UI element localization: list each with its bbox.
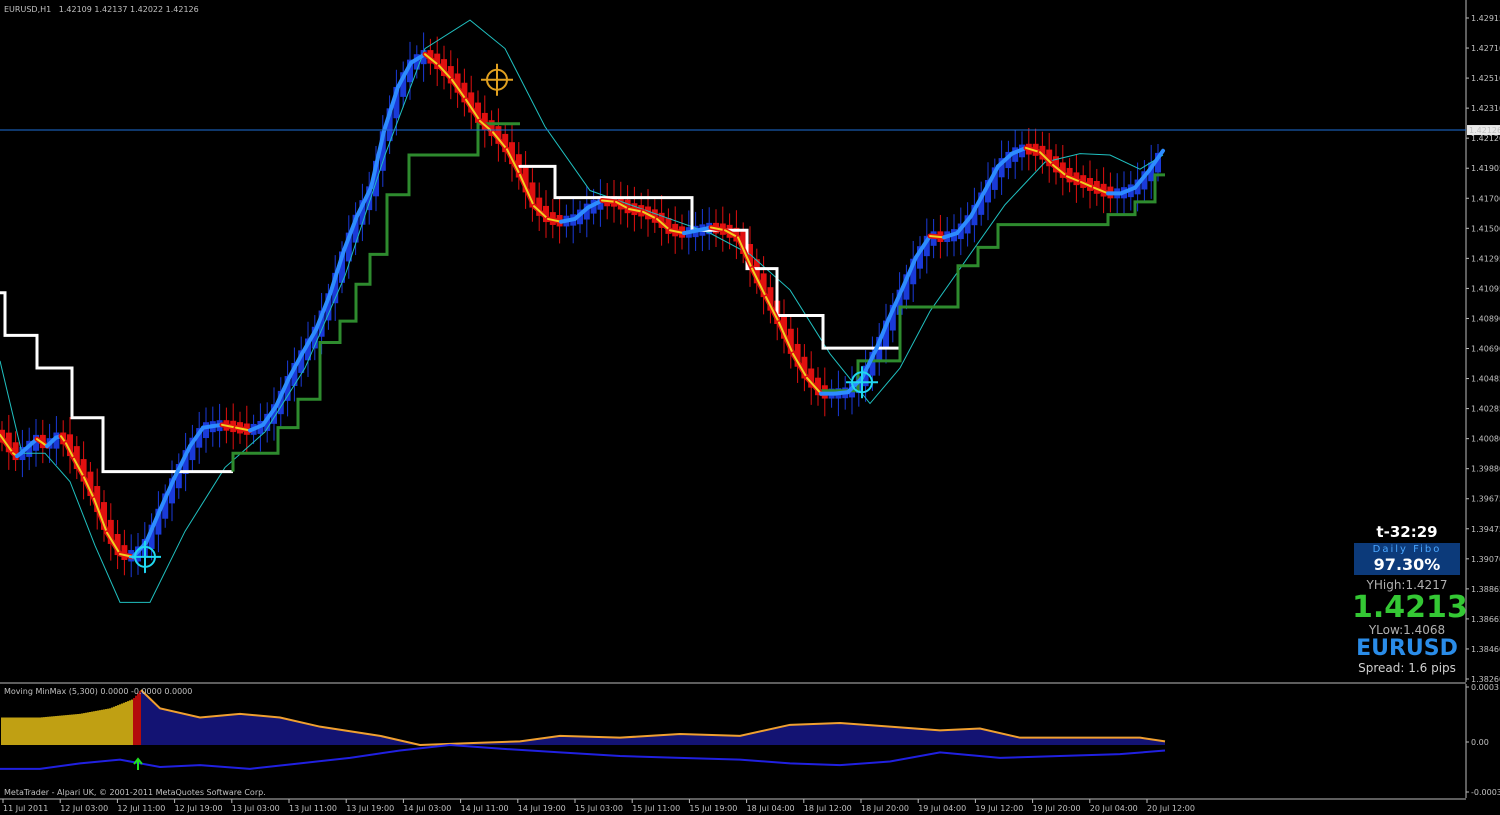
price-tick-label: 1.40485	[1471, 375, 1500, 384]
current-price-big: 1.4213	[1352, 590, 1468, 625]
price-tick-label: 1.38865	[1471, 585, 1500, 594]
candle-body	[203, 422, 209, 439]
sub-axis-label: 0.00	[1471, 738, 1489, 747]
time-tick-label: 18 Jul 04:00	[747, 804, 795, 813]
time-tick-label: 19 Jul 04:00	[918, 804, 966, 813]
price-tick-label: 1.42510	[1471, 74, 1500, 83]
price-tick-label: 1.41095	[1471, 284, 1500, 293]
price-tick-label: 1.41295	[1471, 254, 1500, 263]
price-tick-label: 1.40890	[1471, 314, 1500, 323]
price-tick-label: 1.42710	[1471, 44, 1500, 53]
time-tick-label: 13 Jul 11:00	[289, 804, 337, 813]
time-tick-label: 13 Jul 19:00	[346, 804, 394, 813]
sub-axis-label: -0.0003	[1471, 788, 1500, 797]
price-tick-label: 1.38665	[1471, 615, 1500, 624]
price-tick-label: 1.42310	[1471, 104, 1500, 113]
time-tick-label: 15 Jul 19:00	[689, 804, 737, 813]
time-tick-label: 13 Jul 03:00	[232, 804, 280, 813]
timer-label: t-32:29	[1376, 523, 1438, 541]
sub-window-title: Moving MinMax (5,300) 0.0000 -0.0000 0.0…	[4, 687, 192, 696]
time-tick-label: 20 Jul 04:00	[1090, 804, 1138, 813]
smoothed-line-segment	[929, 234, 945, 239]
smoothed-line-shadow	[559, 216, 577, 224]
price-tick-label: 1.42126	[1471, 134, 1500, 143]
spread-label: Spread: 1.6 pips	[1358, 661, 1456, 675]
smoothed-line-shadow	[682, 228, 700, 236]
daily-fibo-value: 97.30%	[1373, 555, 1441, 574]
time-tick-label: 19 Jul 20:00	[1033, 804, 1081, 813]
chart-canvas[interactable]: 1.42915 1.42710 1.42510 1.42310 1.42126 1.419…	[0, 0, 1500, 815]
price-tick-label: 1.41905	[1471, 164, 1500, 173]
time-tick-label: 19 Jul 12:00	[975, 804, 1023, 813]
time-tick-label: 20 Jul 12:00	[1147, 804, 1195, 813]
price-tick-label: 1.40080	[1471, 435, 1500, 444]
time-tick-label: 11 Jul 2011	[3, 804, 48, 813]
time-tick-label: 15 Jul 11:00	[632, 804, 680, 813]
current-price-label: 1.42126	[1469, 126, 1500, 135]
price-tick-label: 1.41500	[1471, 224, 1500, 233]
price-tick-label: 1.42915	[1471, 14, 1500, 23]
price-tick-label: 1.39475	[1471, 525, 1500, 534]
time-tick-label: 14 Jul 03:00	[403, 804, 451, 813]
price-tick-label: 1.40690	[1471, 345, 1500, 354]
time-tick-label: 12 Jul 19:00	[175, 804, 223, 813]
daily-fibo-box: Daily Fibo 97.30%	[1354, 543, 1460, 575]
time-tick-label: 12 Jul 11:00	[117, 804, 165, 813]
time-tick-label: 12 Jul 03:00	[60, 804, 108, 813]
symbol-big: EURUSD	[1356, 636, 1458, 661]
price-tick-label: 1.39880	[1471, 465, 1500, 474]
chart-symbol-header: EURUSD,H1 1.42109 1.42137 1.42022 1.4212…	[4, 5, 199, 14]
sub-axis-label: 0.0003	[1471, 683, 1499, 692]
info-panel: t-32:29 Daily Fibo 97.30% YHigh:1.4217 1…	[1352, 523, 1468, 675]
yesterday-low: YLow:1.4068	[1368, 623, 1446, 637]
price-tick-label: 1.41700	[1471, 194, 1500, 203]
price-tick-label: 1.40285	[1471, 405, 1500, 414]
price-tick-label: 1.38460	[1471, 645, 1500, 654]
footer-copyright: MetaTrader - Alpari UK, © 2001-2011 Meta…	[4, 788, 266, 797]
time-tick-label: 18 Jul 12:00	[804, 804, 852, 813]
time-tick-label: 14 Jul 19:00	[518, 804, 566, 813]
price-tick-label: 1.39070	[1471, 555, 1500, 564]
price-tick-label: 1.39675	[1471, 495, 1500, 504]
time-tick-label: 18 Jul 20:00	[861, 804, 909, 813]
time-tick-label: 14 Jul 11:00	[461, 804, 509, 813]
time-tick-label: 15 Jul 03:00	[575, 804, 623, 813]
